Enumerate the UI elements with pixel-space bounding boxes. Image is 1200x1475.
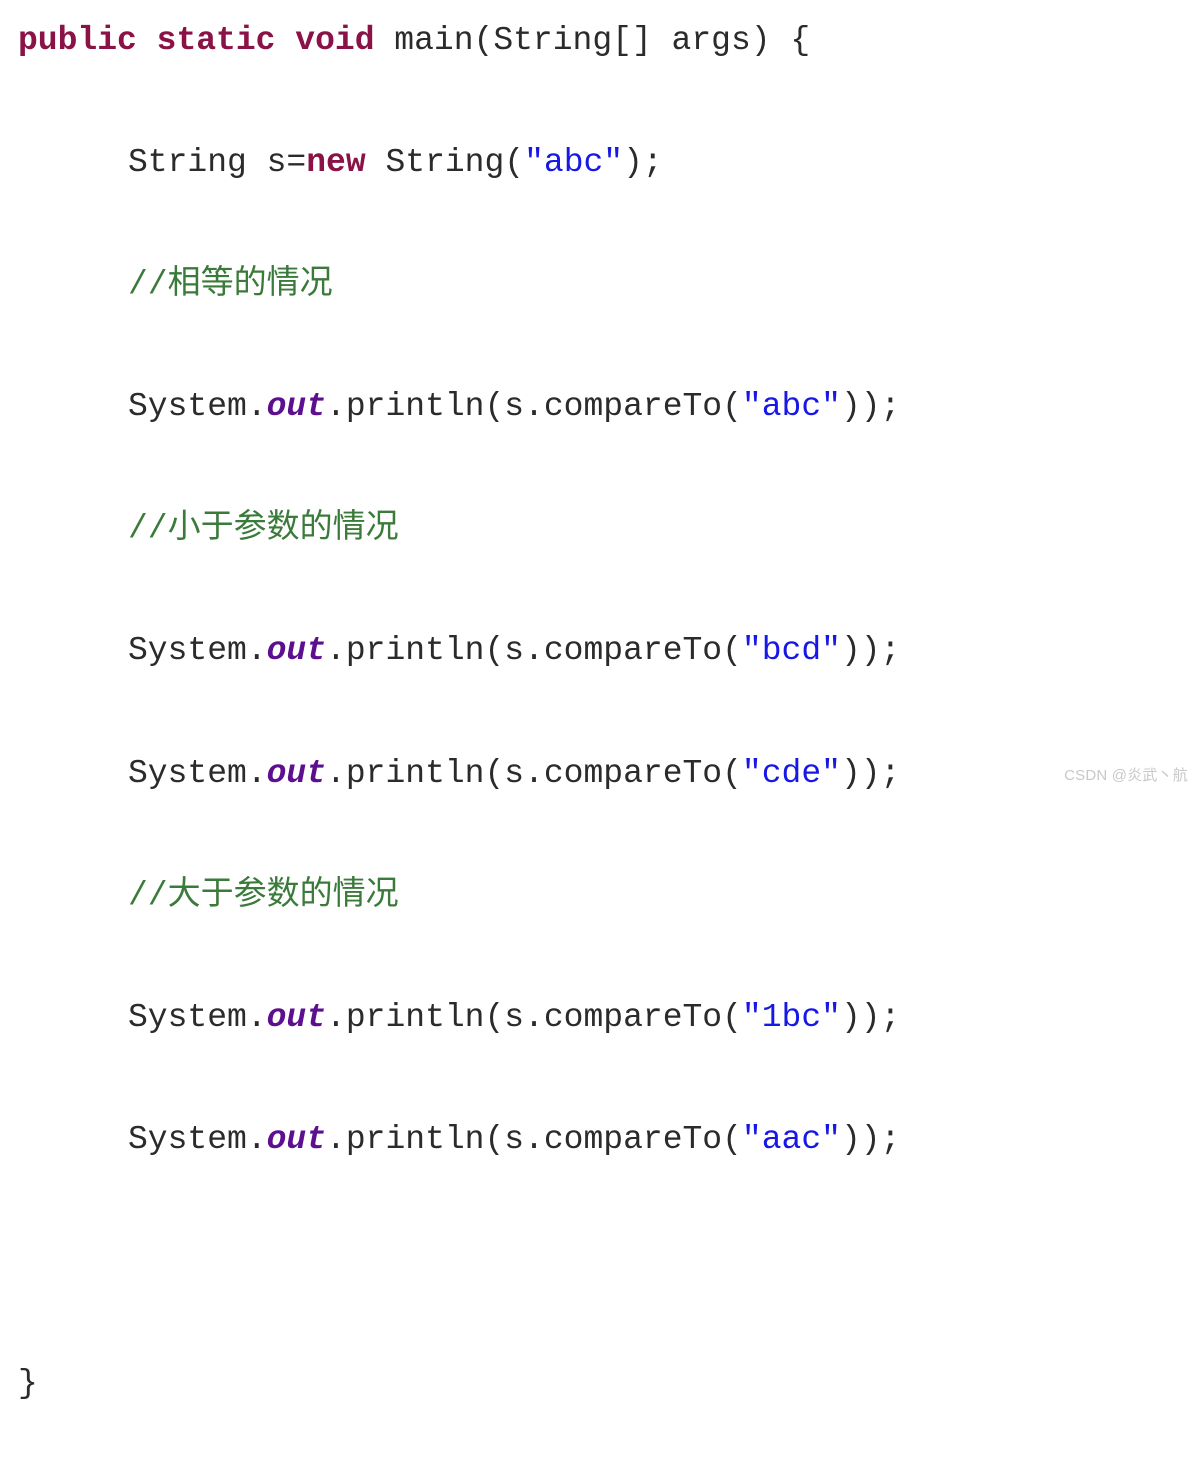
system-prefix-2: System. [128, 632, 267, 669]
comment-less: //小于参数的情况 [128, 510, 399, 547]
println-line-3: System.out.println(s.compareTo("cde")); [18, 743, 1200, 804]
println-open: .println(s.compareTo( [326, 388, 742, 425]
string-literal-abc2: "abc" [742, 388, 841, 425]
println-close-5: )); [841, 1121, 900, 1158]
close-brace-line: } [18, 1353, 1200, 1414]
method-signature: main(String[] args) { [375, 22, 811, 59]
println-open-2: .println(s.compareTo( [326, 632, 742, 669]
out-field-3: out [267, 755, 326, 792]
keyword-new: new [306, 144, 365, 181]
comment-line-1: //相等的情况 [18, 254, 1200, 315]
println-open-4: .println(s.compareTo( [326, 999, 742, 1036]
comment-line-3: //大于参数的情况 [18, 865, 1200, 926]
comment-greater: //大于参数的情况 [128, 877, 399, 914]
println-close: )); [841, 388, 900, 425]
out-field-2: out [267, 632, 326, 669]
println-close-2: )); [841, 632, 900, 669]
keyword-static: static [157, 22, 276, 59]
println-line-2: System.out.println(s.compareTo("bcd")); [18, 620, 1200, 681]
println-line-1: System.out.println(s.compareTo("abc")); [18, 376, 1200, 437]
system-prefix-3: System. [128, 755, 267, 792]
println-open-3: .println(s.compareTo( [326, 755, 742, 792]
out-field-5: out [267, 1121, 326, 1158]
method-signature-line: public static void main(String[] args) { [18, 10, 1200, 71]
keyword-void: void [295, 22, 374, 59]
string-literal-1bc: "1bc" [742, 999, 841, 1036]
println-line-4: System.out.println(s.compareTo("1bc")); [18, 987, 1200, 1048]
out-field-4: out [267, 999, 326, 1036]
comment-line-2: //小于参数的情况 [18, 498, 1200, 559]
decl-suffix: String( [366, 144, 524, 181]
decl-close: ); [623, 144, 663, 181]
watermark-label: CSDN @炎武丶航 [1064, 762, 1188, 790]
println-close-3: )); [841, 755, 900, 792]
system-prefix-5: System. [128, 1121, 267, 1158]
println-line-5: System.out.println(s.compareTo("aac")); [18, 1109, 1200, 1170]
comment-equal: //相等的情况 [128, 266, 333, 303]
string-literal-bcd: "bcd" [742, 632, 841, 669]
declaration-line: String s=new String("abc"); [18, 132, 1200, 193]
println-close-4: )); [841, 999, 900, 1036]
system-prefix: System. [128, 388, 267, 425]
println-open-5: .println(s.compareTo( [326, 1121, 742, 1158]
keyword-public: public [18, 22, 137, 59]
code-snippet: public static void main(String[] args) {… [18, 10, 1200, 1475]
system-prefix-4: System. [128, 999, 267, 1036]
out-field: out [267, 388, 326, 425]
string-literal-aac: "aac" [742, 1121, 841, 1158]
close-brace: } [18, 1365, 38, 1402]
blank-line [18, 1231, 1200, 1292]
decl-prefix: String s= [128, 144, 306, 181]
string-literal-abc: "abc" [524, 144, 623, 181]
string-literal-cde: "cde" [742, 755, 841, 792]
